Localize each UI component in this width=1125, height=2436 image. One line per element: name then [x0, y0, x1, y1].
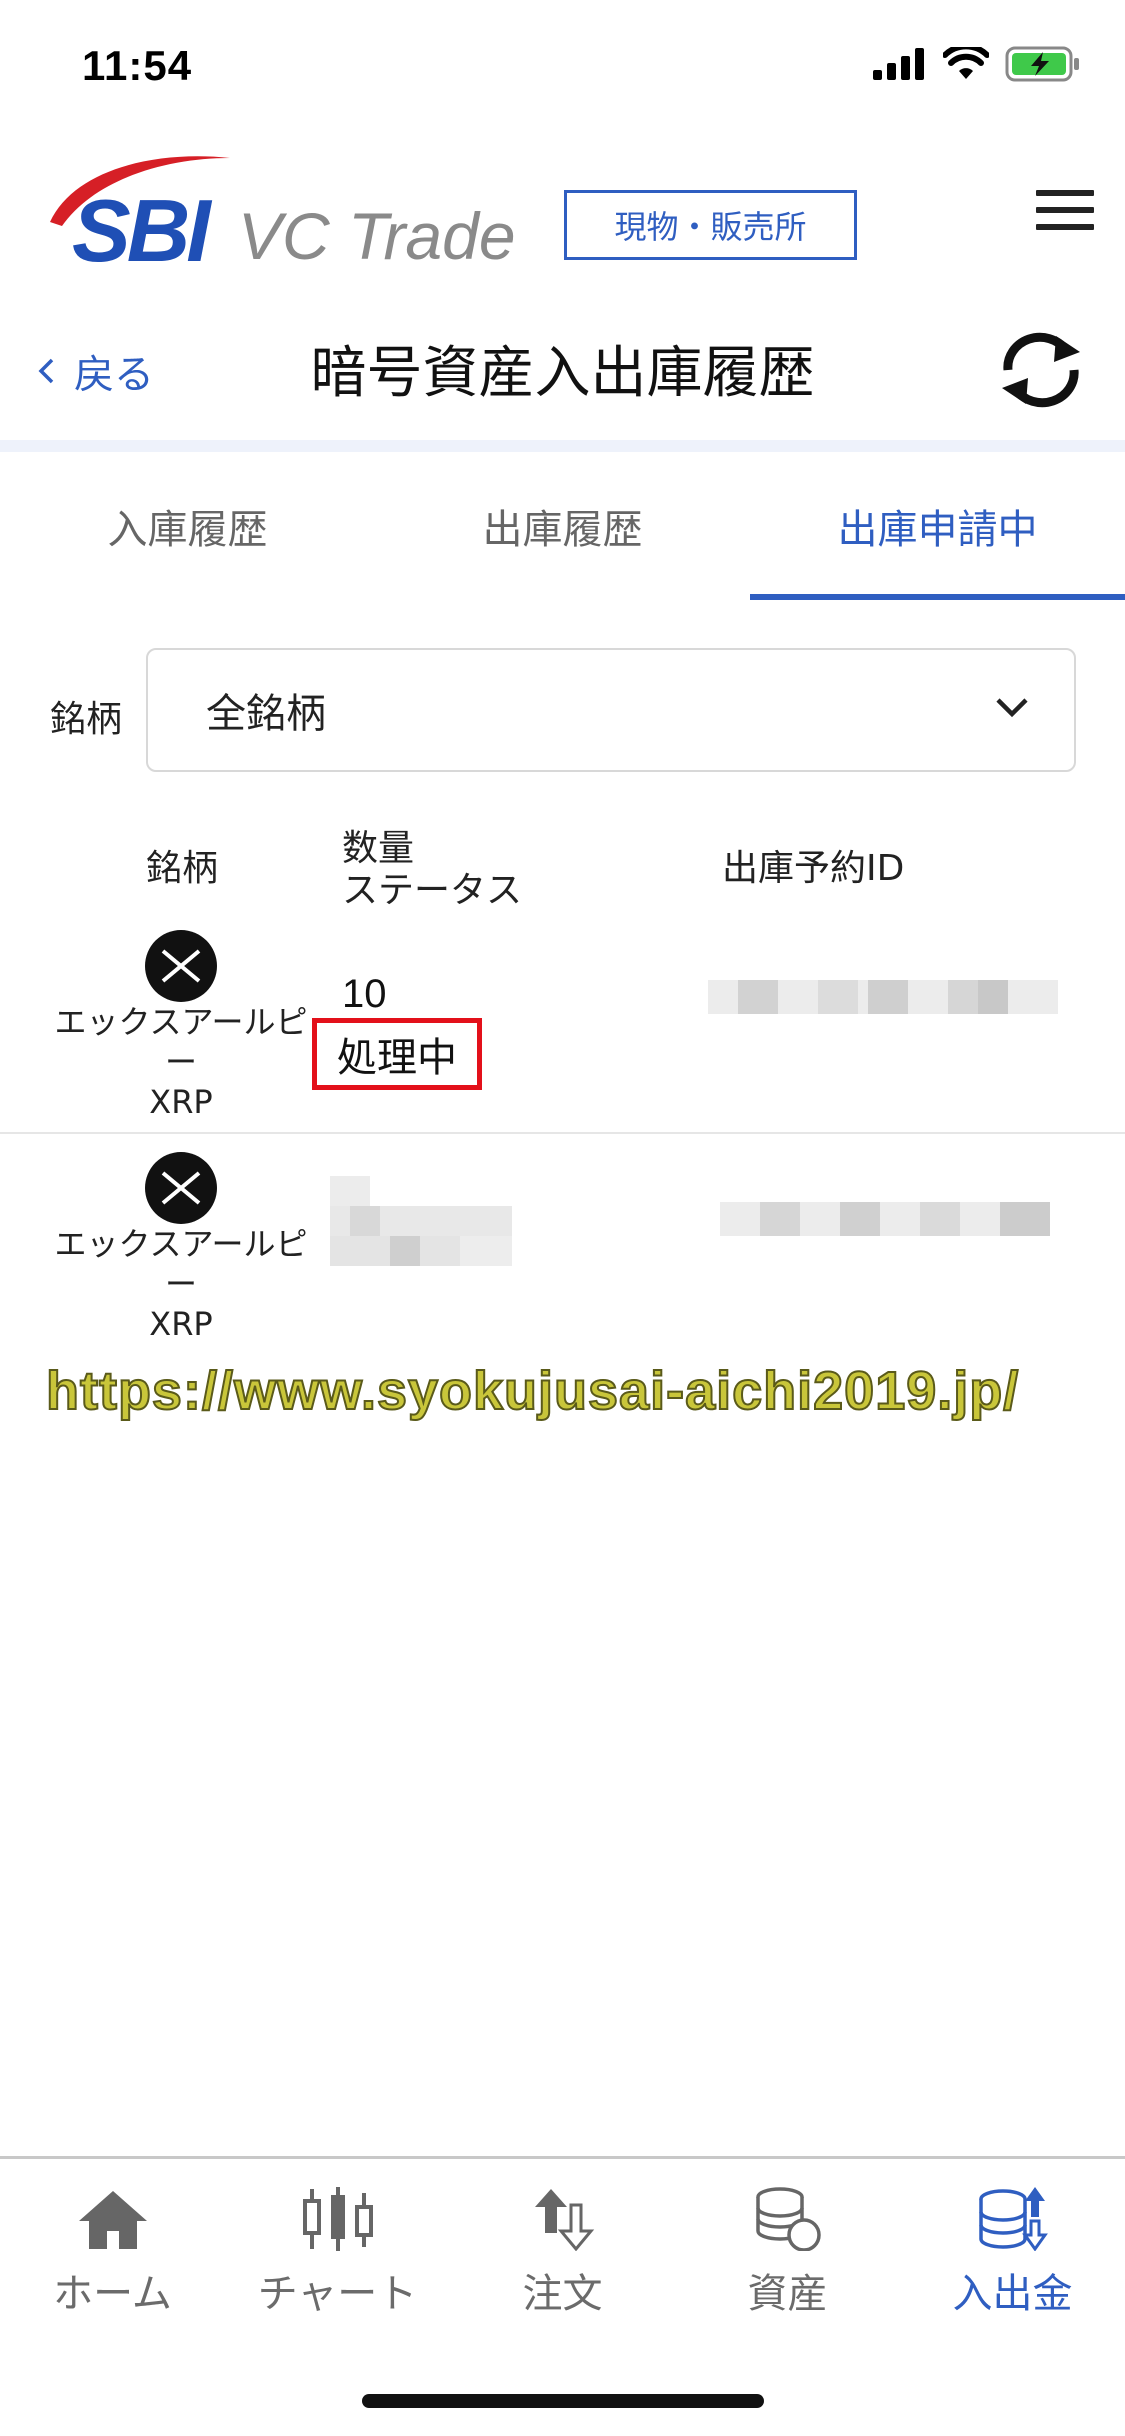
chevron-down-icon: [996, 698, 1028, 718]
page-title: 暗号資産入出庫履歴: [310, 341, 815, 406]
home-indicator: [362, 2394, 764, 2408]
logo-product-text: VC Trade: [238, 199, 516, 273]
mode-badge[interactable]: 現物・販売所: [564, 190, 857, 260]
nav-item-order[interactable]: 注文: [450, 2187, 675, 2319]
logo-sbi-text: SBI: [72, 181, 211, 280]
col-header-coin: 銘柄: [146, 848, 219, 889]
coin-symbol: XRP: [149, 1083, 213, 1121]
col-header-qty: 数量: [342, 828, 415, 869]
coin-full-name: エックスアールピー: [54, 1225, 308, 1303]
tab-withdrawal-history[interactable]: 出庫履歴: [375, 452, 750, 600]
col-header-status: ステータス: [342, 870, 523, 911]
nav-label: 資産: [747, 2271, 828, 2317]
coin-filter-value: 全銘柄: [206, 691, 326, 737]
nav-item-assets[interactable]: 資産: [675, 2187, 900, 2319]
redacted-withdrawal-id: [720, 1202, 1050, 1236]
order-arrows-icon: [534, 2189, 594, 2251]
status-badge: 処理中: [312, 1018, 482, 1090]
refresh-icon[interactable]: [994, 330, 1088, 410]
status-icons: [873, 46, 1081, 82]
col-header-withdrawal-id: 出庫予約ID: [722, 848, 905, 889]
nav-label: 入出金: [952, 2271, 1073, 2317]
header-divider: [0, 440, 1125, 452]
sbi-vc-trade-logo: SBI VC Trade: [44, 150, 524, 280]
row-divider: [0, 1132, 1125, 1134]
hamburger-menu-icon[interactable]: [1036, 190, 1094, 230]
tab-deposit-history[interactable]: 入庫履歴: [0, 452, 375, 600]
nav-label: ホーム: [53, 2271, 172, 2317]
coins-icon: [755, 2187, 821, 2251]
xrp-icon: [145, 1152, 217, 1224]
cellular-signal-icon: [873, 48, 924, 80]
coin-filter-select[interactable]: 全銘柄: [146, 648, 1076, 772]
tab-pending-withdrawals[interactable]: 出庫申請中: [750, 452, 1125, 600]
coin-name: エックスアールピー XRP: [40, 1002, 322, 1122]
nav-item-deposit-withdraw[interactable]: 入出金: [900, 2187, 1125, 2319]
coin-name: エックスアールピー XRP: [40, 1224, 322, 1344]
home-icon: [78, 2191, 147, 2249]
redacted-qty-status: [330, 1176, 512, 1266]
withdrawal-qty: 10: [342, 972, 387, 1016]
status-time: 11:54: [82, 42, 193, 89]
history-tabs: 入庫履歴 出庫履歴 出庫申請中: [0, 452, 1125, 600]
nav-label: 注文: [522, 2271, 603, 2317]
table-row[interactable]: エックスアールピー XRP 10 処理中: [0, 926, 1125, 1132]
battery-charging-icon: [1005, 46, 1079, 82]
table-row[interactable]: エックスアールピー XRP: [0, 1150, 1125, 1350]
xrp-icon: [145, 930, 217, 1002]
coin-symbol: XRP: [149, 1305, 213, 1343]
redacted-withdrawal-id: [708, 980, 1058, 1014]
candlestick-chart-icon: [302, 2187, 373, 2251]
nav-label: チャート: [257, 2271, 418, 2317]
nav-item-chart[interactable]: チャート: [225, 2187, 450, 2319]
nav-item-home[interactable]: ホーム: [0, 2187, 225, 2319]
wifi-icon: [943, 47, 989, 79]
deposit-withdraw-icon: [978, 2187, 1048, 2251]
coin-full-name: エックスアールピー: [54, 1003, 308, 1081]
watermark-url: https://www.syokujusai-aichi2019.jp/: [45, 1360, 1020, 1422]
filter-label: 銘柄: [50, 699, 123, 740]
